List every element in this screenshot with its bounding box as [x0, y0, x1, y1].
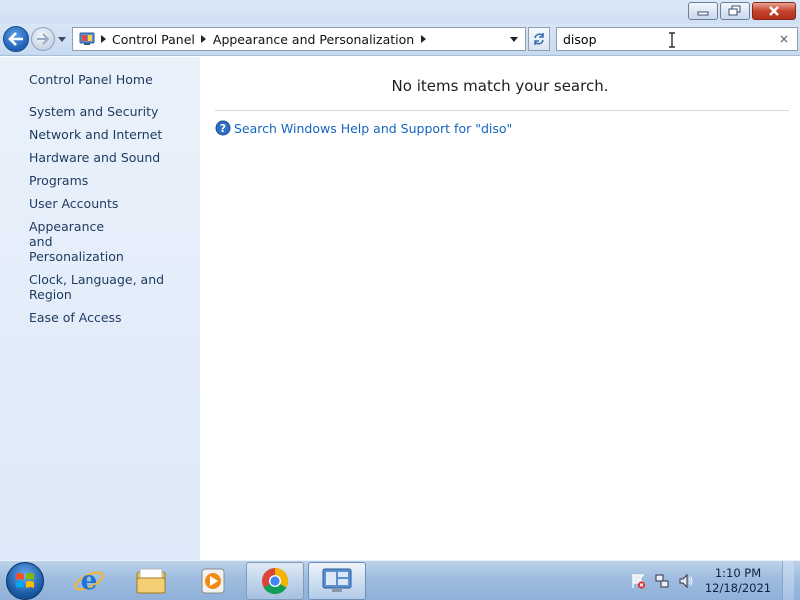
system-tray: 1:10 PM 12/18/2021	[630, 561, 794, 600]
media-player-icon	[201, 568, 225, 594]
recent-pages-dropdown[interactable]	[57, 34, 67, 44]
help-icon: ?	[215, 120, 231, 136]
show-desktop-button[interactable]	[782, 561, 794, 600]
svg-text:?: ?	[220, 122, 226, 135]
back-button[interactable]	[3, 26, 29, 52]
chrome-icon	[262, 567, 289, 595]
text-cursor-icon	[669, 32, 675, 48]
media-player-taskbar-button[interactable]	[184, 562, 242, 600]
windows-help-search-link[interactable]: ? Search Windows Help and Support for "d…	[215, 120, 512, 136]
breadcrumb-separator[interactable]	[198, 28, 210, 50]
sidebar-item-ease-of-access[interactable]: Ease of Access	[29, 310, 189, 325]
network-icon[interactable]	[654, 573, 670, 589]
chevron-right-icon	[100, 35, 106, 43]
minimize-button[interactable]	[688, 2, 718, 20]
sidebar-item-appearance[interactable]: Appearance and Personalization	[29, 219, 129, 264]
search-box[interactable]	[556, 27, 798, 51]
internet-explorer-taskbar-button[interactable]: e	[60, 562, 118, 600]
windows-explorer-taskbar-button[interactable]	[122, 562, 180, 600]
title-bar	[0, 0, 800, 26]
sidebar-item-hardware-sound[interactable]: Hardware and Sound	[29, 150, 189, 165]
breadcrumb-control-panel[interactable]: Control Panel	[109, 32, 198, 47]
clock[interactable]: 1:10 PM 12/18/2021	[702, 566, 774, 596]
refresh-icon	[534, 33, 544, 45]
close-icon	[769, 6, 779, 16]
clear-search-icon[interactable]	[777, 32, 791, 46]
breadcrumb-appearance[interactable]: Appearance and Personalization	[210, 32, 417, 47]
chevron-down-icon	[58, 36, 66, 42]
taskbar: e 1:10 PM 12/18/2021	[0, 560, 800, 600]
svg-text:e: e	[81, 566, 98, 596]
control-panel-icon	[322, 568, 352, 592]
forward-arrow-icon	[37, 33, 50, 45]
minimize-icon	[697, 11, 709, 16]
sidebar-item-system-security[interactable]: System and Security	[29, 104, 189, 119]
chevron-down-icon	[510, 36, 518, 42]
sidebar-item-clock-language[interactable]: Clock, Language, and Region	[29, 272, 189, 302]
category-list: System and Security Network and Internet…	[29, 104, 189, 333]
volume-icon[interactable]	[678, 573, 694, 589]
breadcrumb-separator[interactable]	[97, 28, 109, 50]
sidebar-item-programs[interactable]: Programs	[29, 173, 189, 188]
chevron-right-icon	[201, 35, 207, 43]
action-center-icon[interactable]	[630, 573, 646, 589]
windows-logo-icon	[16, 573, 34, 588]
control-panel-icon	[77, 30, 97, 48]
control-panel-taskbar-button[interactable]	[308, 562, 366, 600]
sidebar-item-network-internet[interactable]: Network and Internet	[29, 127, 189, 142]
close-button[interactable]	[752, 2, 796, 20]
left-navigation-pane: Control Panel Home System and Security N…	[0, 57, 200, 560]
sidebar-item-user-accounts[interactable]: User Accounts	[29, 196, 189, 211]
navigation-bar: Control Panel Appearance and Personaliza…	[0, 24, 800, 56]
no-results-message: No items match your search.	[391, 77, 609, 95]
control-panel-home-link[interactable]: Control Panel Home	[29, 72, 153, 87]
help-link-text[interactable]: Search Windows Help and Support for "dis…	[234, 121, 512, 136]
window-controls	[688, 2, 796, 20]
address-bar[interactable]: Control Panel Appearance and Personaliza…	[72, 27, 526, 51]
main-content-pane: No items match your search. ? Search Win…	[200, 57, 800, 560]
restore-button[interactable]	[720, 2, 750, 20]
start-button[interactable]	[6, 562, 44, 600]
address-history-dropdown[interactable]	[505, 30, 523, 48]
chrome-taskbar-button[interactable]	[246, 562, 304, 600]
clock-date: 12/18/2021	[704, 581, 772, 595]
clock-time: 1:10 PM	[714, 566, 762, 580]
refresh-button[interactable]	[528, 27, 550, 51]
back-arrow-icon	[8, 32, 23, 46]
chevron-right-icon	[420, 35, 426, 43]
divider	[215, 110, 789, 111]
internet-explorer-icon: e	[74, 566, 104, 596]
folder-icon	[136, 568, 166, 594]
breadcrumb-separator[interactable]	[417, 28, 429, 50]
restore-icon	[728, 5, 741, 16]
forward-button[interactable]	[31, 27, 55, 51]
